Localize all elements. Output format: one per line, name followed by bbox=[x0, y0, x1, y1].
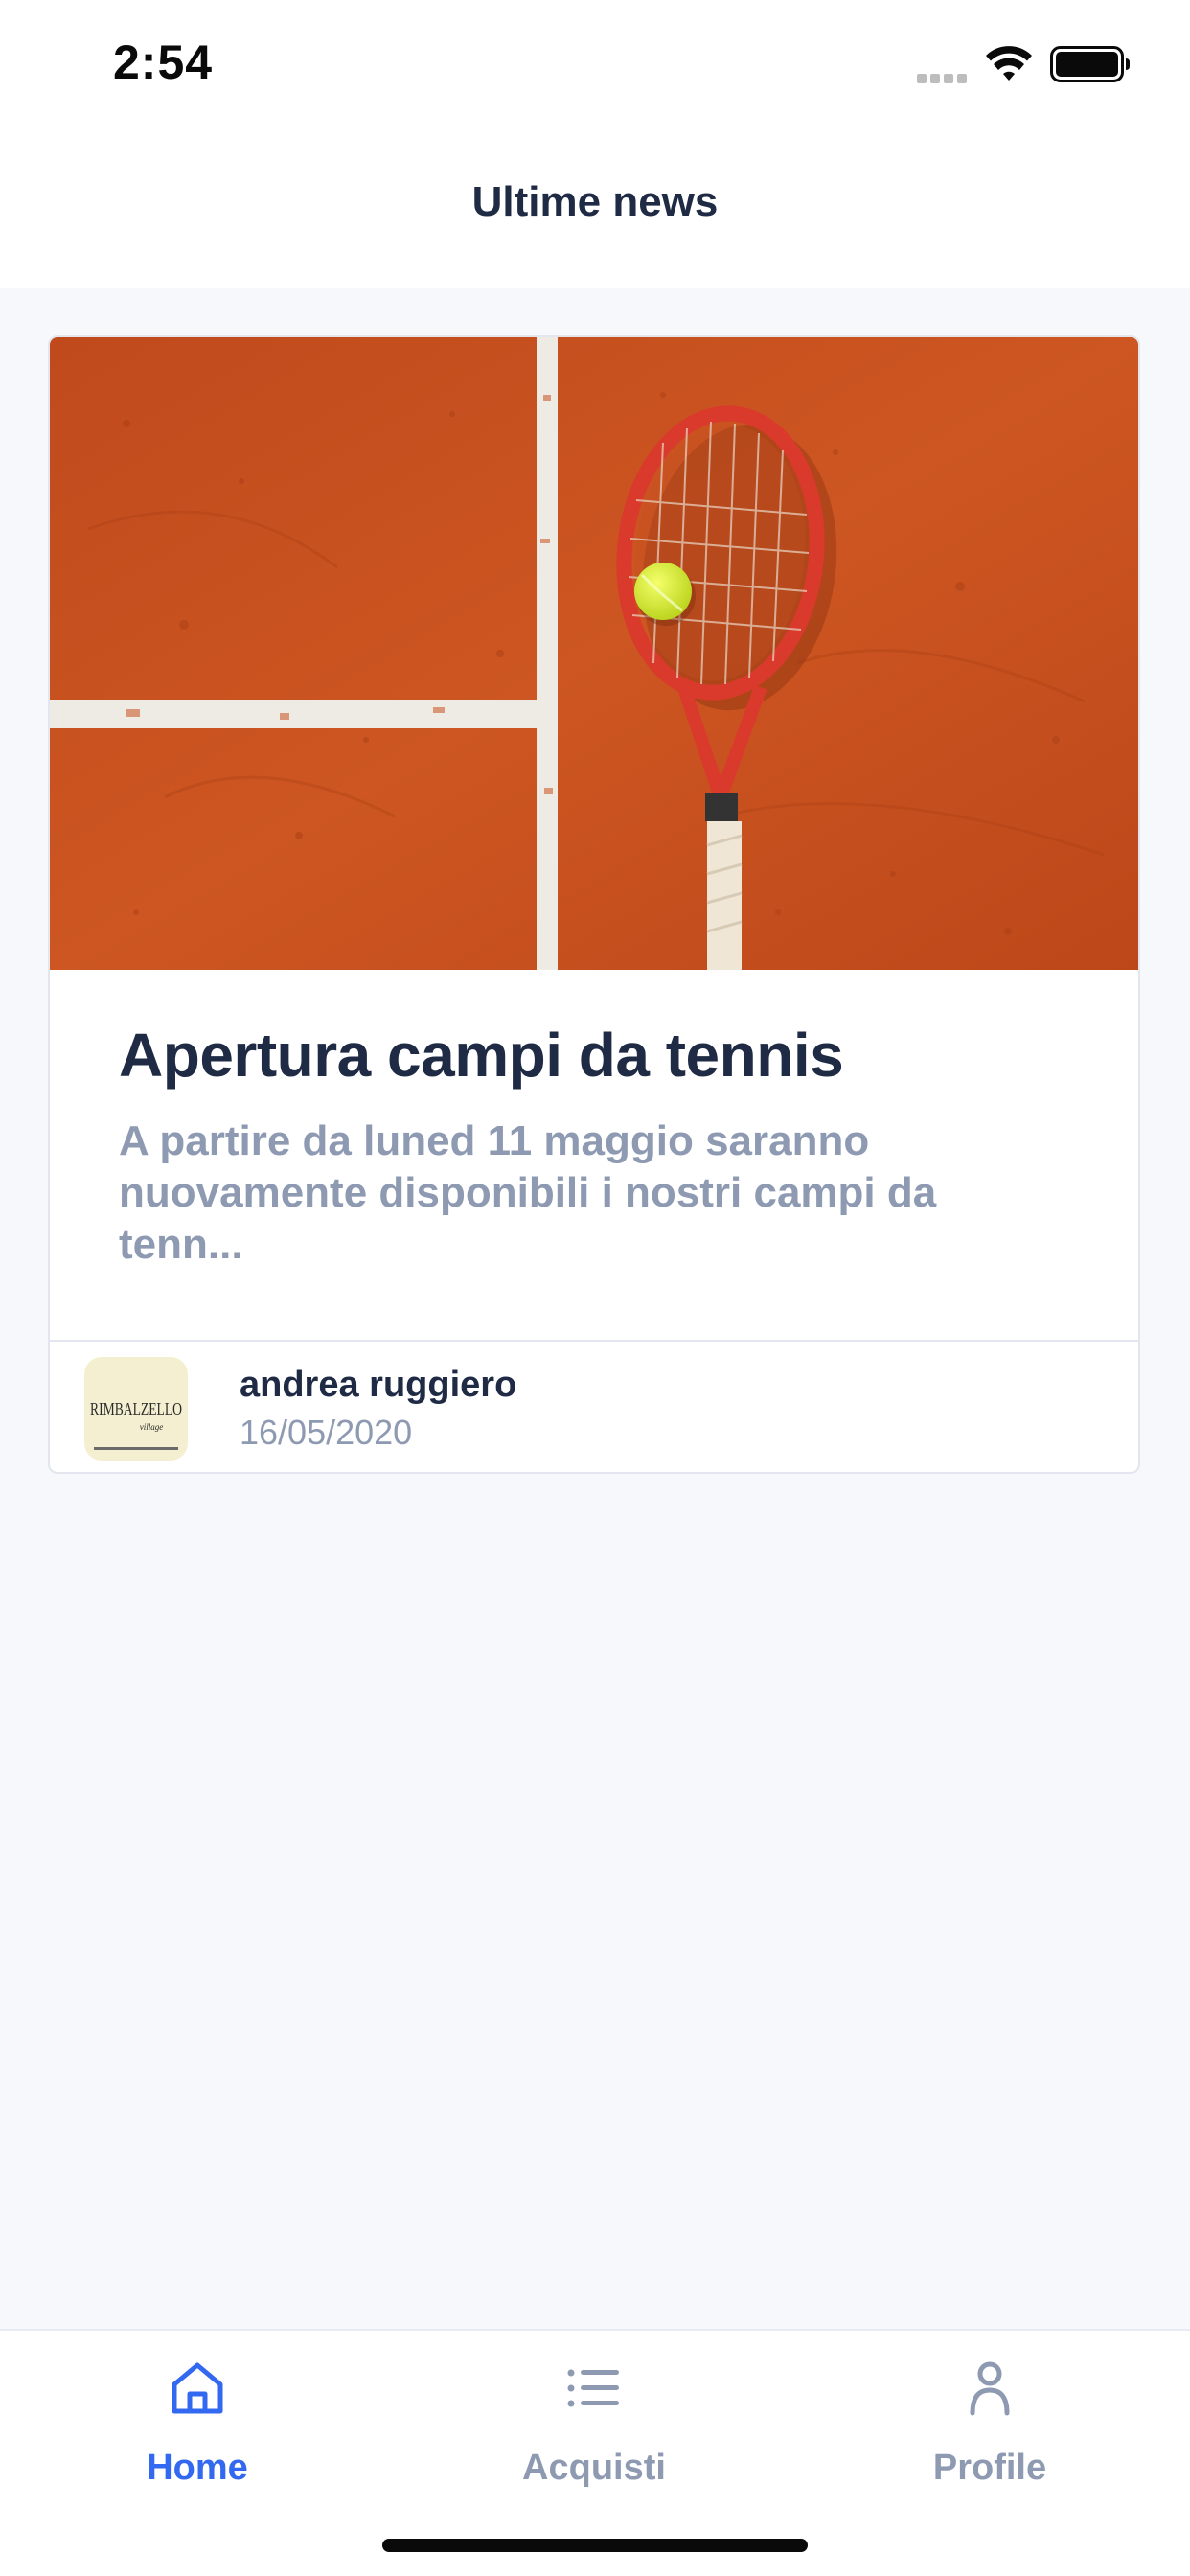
person-icon bbox=[970, 2361, 1010, 2416]
status-bar: 2:54 bbox=[0, 0, 1190, 134]
wifi-icon bbox=[986, 46, 1032, 80]
cellular-signal-icon bbox=[917, 71, 971, 83]
tab-home[interactable]: Home bbox=[54, 2331, 341, 2522]
tab-profile-label: Profile bbox=[932, 2448, 1047, 2488]
card-divider bbox=[50, 1340, 1138, 1342]
home-icon bbox=[172, 2362, 223, 2414]
status-time: 2:54 bbox=[113, 35, 214, 89]
author-avatar: RIMBALZELLO village bbox=[84, 1357, 188, 1460]
svg-text:village: village bbox=[140, 1422, 164, 1432]
news-card[interactable]: Apertura campi da tennis A partire da lu… bbox=[48, 335, 1140, 1474]
battery-icon bbox=[1050, 46, 1130, 82]
news-excerpt: A partire da luned 11 maggio saranno nuo… bbox=[119, 1117, 937, 1268]
news-cover-image bbox=[50, 337, 1138, 970]
tab-profile[interactable]: Profile bbox=[846, 2331, 1133, 2522]
tab-home-label: Home bbox=[147, 2448, 248, 2488]
page-title: Ultime news bbox=[471, 178, 719, 225]
author-name: andrea ruggiero bbox=[240, 1365, 517, 1405]
tab-acquisti-label: Acquisti bbox=[522, 2448, 666, 2488]
news-title: Apertura campi da tennis bbox=[119, 1021, 844, 1090]
tab-acquisti[interactable]: Acquisti bbox=[450, 2331, 738, 2522]
svg-text:RIMBALZELLO: RIMBALZELLO bbox=[90, 1399, 182, 1418]
list-icon bbox=[567, 2369, 619, 2407]
post-date: 16/05/2020 bbox=[240, 1413, 413, 1452]
home-indicator bbox=[382, 2539, 808, 2552]
navigation-header: Ultime news bbox=[0, 134, 1190, 288]
